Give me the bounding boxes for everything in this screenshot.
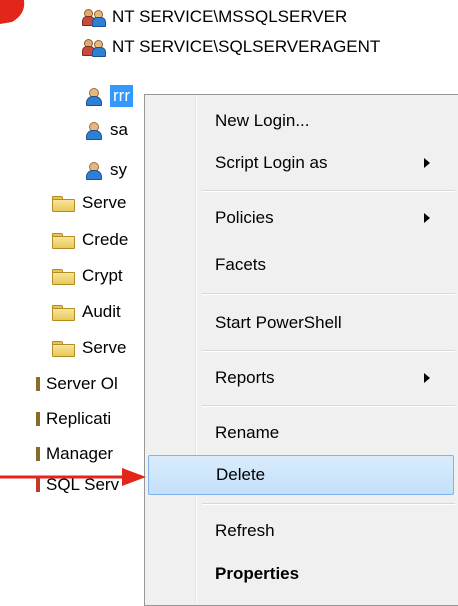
user-icon	[84, 161, 102, 180]
group-icon	[82, 38, 106, 57]
tree-folder-audits[interactable]: Audit	[52, 297, 121, 327]
menu-item-label: Delete	[216, 465, 266, 484]
menu-item-label: Reports	[215, 368, 275, 387]
submenu-arrow-icon	[424, 373, 430, 383]
tree-folder-server-audit-specifications[interactable]: Serve	[52, 333, 126, 363]
menu-item-start-powershell[interactable]: Start PowerShell	[148, 303, 454, 343]
tree-item-nt-service-mssqlserver[interactable]: NT SERVICE\MSSQLSERVER	[82, 2, 347, 32]
menu-item-label: Facets	[215, 255, 267, 274]
menu-item-properties[interactable]: Properties	[148, 554, 454, 594]
tree-item-label: Crypt	[82, 266, 123, 285]
menu-item-delete[interactable]: Delete	[148, 455, 454, 495]
menu-item-rename[interactable]: Rename	[148, 413, 454, 453]
folder-icon	[52, 232, 75, 249]
tree-folder-credentials[interactable]: Crede	[52, 225, 128, 255]
tree-item-label: sy	[110, 160, 127, 179]
menu-item-policies[interactable]: Policies	[148, 198, 454, 238]
tree-item-label: rrr	[110, 85, 133, 107]
menu-item-label: Policies	[215, 208, 274, 227]
submenu-arrow-icon	[424, 213, 430, 223]
annotation-arrow-icon	[0, 468, 146, 486]
tree-node-icon	[36, 447, 40, 461]
menu-item-facets[interactable]: Facets	[148, 245, 454, 285]
menu-item-label: Rename	[215, 423, 280, 442]
menu-item-script-login-as[interactable]: Script Login as	[148, 143, 454, 183]
tree-item-label: NT SERVICE\MSSQLSERVER	[112, 7, 348, 26]
tree-node-server-objects[interactable]: Server Ol	[36, 369, 118, 399]
group-icon	[82, 8, 106, 27]
tree-item-label: Audit	[82, 302, 121, 321]
menu-separator	[202, 190, 455, 192]
menu-item-label: Properties	[215, 564, 300, 583]
menu-separator	[202, 503, 455, 505]
tree-folder-server-roles[interactable]: Serve	[52, 188, 126, 218]
tree-item-label: sa	[110, 120, 128, 139]
menu-item-new-login[interactable]: New Login...	[148, 101, 454, 141]
tree-item-label: Server Ol	[46, 374, 118, 393]
folder-icon	[52, 268, 75, 285]
submenu-arrow-icon	[424, 158, 430, 168]
tree-item-login-sy[interactable]: sy	[84, 155, 127, 185]
menu-separator	[202, 350, 455, 352]
folder-icon	[52, 304, 75, 321]
tree-folder-cryptographic-providers[interactable]: Crypt	[52, 261, 123, 291]
tree-item-login-sa[interactable]: sa	[84, 115, 128, 145]
tree-node-replication[interactable]: Replicati	[36, 404, 111, 434]
tree-item-label: Crede	[82, 230, 129, 249]
tree-item-label: Replicati	[46, 409, 112, 428]
menu-item-reports[interactable]: Reports	[148, 358, 454, 398]
menu-separator	[202, 405, 455, 407]
user-icon	[84, 121, 102, 140]
menu-item-label: New Login...	[215, 111, 310, 130]
tree-item-label: Serve	[82, 193, 127, 212]
menu-item-label: Refresh	[215, 521, 275, 540]
context-menu: New Login... Script Login as Policies Fa…	[144, 94, 458, 606]
tree-item-login-rrr[interactable]: rrr	[84, 81, 133, 111]
tree-item-nt-service-sqlserveragent[interactable]: NT SERVICE\SQLSERVERAGENT	[82, 32, 380, 62]
tree-item-label: Serve	[82, 338, 127, 357]
folder-icon	[52, 195, 75, 212]
tree-node-icon	[36, 412, 40, 426]
menu-item-label: Start PowerShell	[215, 313, 342, 332]
tree-item-label: Manager	[46, 444, 114, 463]
menu-item-refresh[interactable]: Refresh	[148, 511, 454, 551]
user-icon	[84, 87, 102, 106]
corner-mark	[0, 0, 25, 24]
menu-item-label: Script Login as	[215, 153, 328, 172]
menu-separator	[202, 293, 455, 295]
tree-node-icon	[36, 377, 40, 391]
folder-icon	[52, 340, 75, 357]
tree-item-label: NT SERVICE\SQLSERVERAGENT	[112, 37, 381, 56]
